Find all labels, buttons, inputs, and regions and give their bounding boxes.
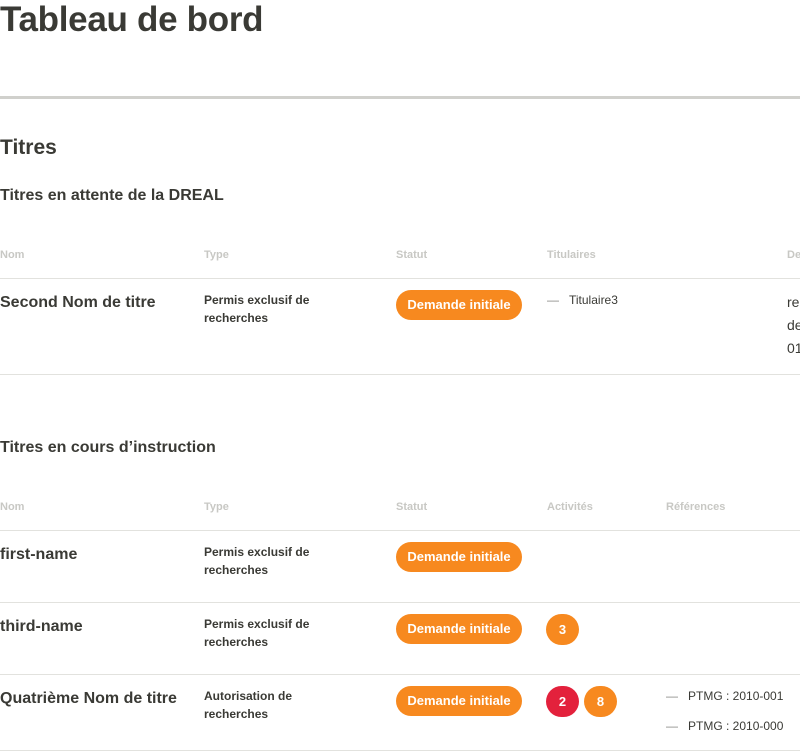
titre-type: Autorisation de recherches	[204, 689, 293, 721]
table-row-divider	[0, 530, 800, 531]
column-header-nom[interactable]: Nom	[0, 500, 24, 514]
titre-name[interactable]: Quatrième Nom de titre	[0, 689, 177, 709]
status-badge: Demande initiale	[396, 614, 522, 644]
column-header-activites[interactable]: Activités	[547, 500, 593, 514]
reference-item: — PTMG : 2010-000	[666, 718, 783, 734]
truncated-cell-line: re	[787, 294, 800, 310]
column-header-titulaires[interactable]: Titulaires	[547, 248, 596, 262]
titre-name[interactable]: first-name	[0, 545, 77, 565]
page-title: Tableau de bord	[0, 0, 264, 39]
table-row-divider	[0, 278, 800, 279]
table-row-divider	[0, 602, 800, 603]
subsection-title-attente: Titres en attente de la DREAL	[0, 187, 224, 204]
status-badge: Demande initiale	[396, 290, 522, 320]
truncated-cell-line: 01	[787, 340, 800, 356]
truncated-cell-line: de	[787, 317, 800, 333]
activity-count-badge[interactable]: 8	[584, 686, 617, 717]
column-header-nom[interactable]: Nom	[0, 248, 24, 262]
column-header-references[interactable]: Références	[666, 500, 725, 514]
header-divider	[0, 96, 800, 99]
subsection-title-instruction: Titres en cours d’instruction	[0, 439, 216, 456]
dash-icon: —	[666, 719, 678, 733]
column-header-statut[interactable]: Statut	[396, 248, 427, 262]
reference-label: PTMG : 2010-000	[688, 719, 784, 733]
status-badge: Demande initiale	[396, 686, 522, 716]
table-row-divider	[0, 750, 800, 751]
activity-count-badge-alert[interactable]: 2	[546, 686, 579, 717]
titre-type: Permis exclusif de recherches	[204, 545, 310, 577]
titulaire-item: — Titulaire3	[547, 292, 618, 308]
titre-type: Permis exclusif de recherches	[204, 617, 310, 649]
titre-name[interactable]: Second Nom de titre	[0, 293, 156, 313]
reference-label: PTMG : 2010-001	[688, 689, 784, 703]
titre-name[interactable]: third-name	[0, 617, 83, 637]
section-title-titres: Titres	[0, 136, 57, 159]
activity-count-badge[interactable]: 3	[546, 614, 579, 645]
table-row-divider	[0, 674, 800, 675]
table-row-divider	[0, 374, 800, 375]
column-header-statut[interactable]: Statut	[396, 500, 427, 514]
titulaire-label: Titulaire3	[569, 293, 618, 307]
status-badge: Demande initiale	[396, 542, 522, 572]
column-header-type[interactable]: Type	[204, 500, 229, 514]
column-header-truncated[interactable]: De	[787, 248, 800, 262]
column-header-type[interactable]: Type	[204, 248, 229, 262]
dash-icon: —	[666, 689, 678, 703]
dash-icon: —	[547, 293, 559, 307]
reference-item: — PTMG : 2010-001	[666, 688, 783, 704]
titre-type: Permis exclusif de recherches	[204, 293, 310, 325]
